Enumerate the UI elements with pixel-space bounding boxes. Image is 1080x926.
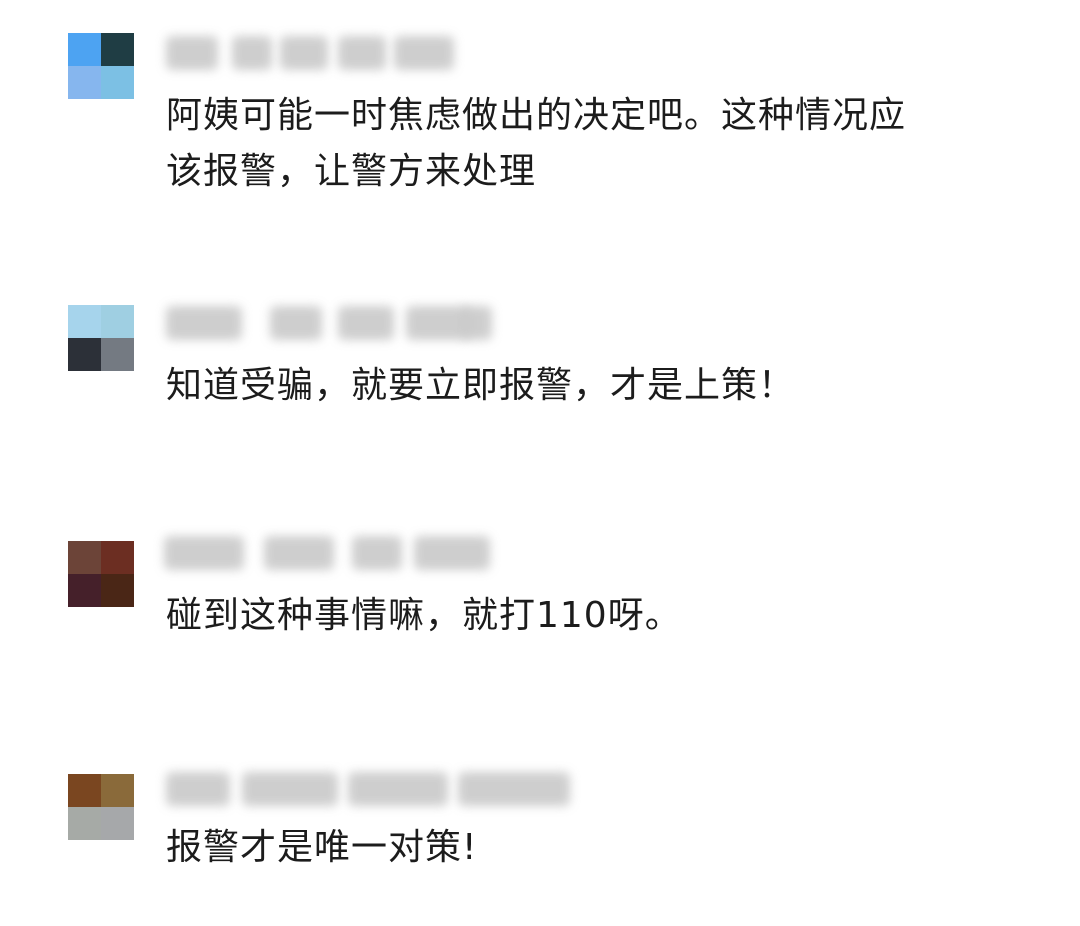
avatar-pixel	[101, 774, 134, 807]
avatar-pixel	[68, 338, 101, 371]
avatar-pixel	[101, 541, 134, 574]
avatar[interactable]	[68, 774, 134, 840]
avatar-pixel	[68, 774, 101, 807]
blurred-username[interactable]	[162, 300, 502, 346]
comment-text: 报警才是唯一对策!	[166, 827, 478, 868]
avatar-pixel	[68, 807, 101, 840]
comment-text: 阿姨可能一时焦虑做出的决定吧。这种情况应 该报警，让警方来处理	[166, 95, 907, 192]
avatar-pixel	[68, 66, 101, 99]
avatar[interactable]	[68, 541, 134, 607]
comment-text: 碰到这种事情嘛，就打110呀。	[166, 595, 682, 636]
avatar-pixel	[101, 33, 134, 66]
avatar-pixel	[101, 305, 134, 338]
avatar-pixel	[68, 305, 101, 338]
avatar-pixel	[101, 807, 134, 840]
avatar-pixel	[101, 66, 134, 99]
avatar[interactable]	[68, 305, 134, 371]
avatar-pixel	[101, 574, 134, 607]
avatar[interactable]	[68, 33, 134, 99]
blurred-username[interactable]	[162, 766, 582, 812]
avatar-pixel	[68, 541, 101, 574]
avatar-pixel	[68, 574, 101, 607]
blurred-username[interactable]	[162, 530, 502, 576]
blurred-username[interactable]	[162, 30, 462, 76]
comment-text: 知道受骗，就要立即报警，才是上策！	[166, 365, 796, 406]
avatar-pixel	[101, 338, 134, 371]
avatar-pixel	[68, 33, 101, 66]
